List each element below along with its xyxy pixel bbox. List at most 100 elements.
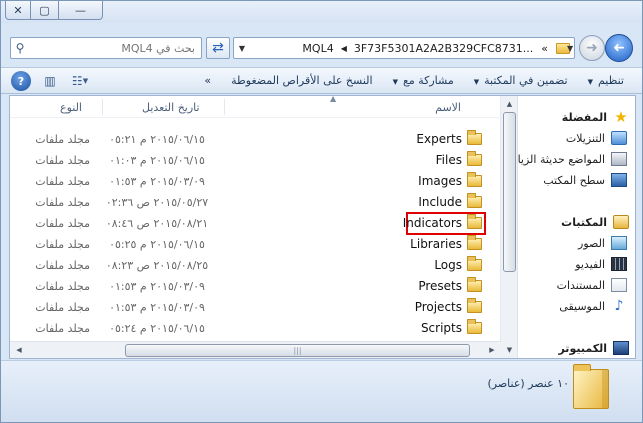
organize-menu[interactable]: تنظيم ▼ xyxy=(578,74,634,87)
nav-pictures-label: الصور xyxy=(578,236,605,250)
forward-button[interactable]: ➜ xyxy=(579,35,605,61)
horizontal-scroll-thumb[interactable]: ||| xyxy=(125,344,470,357)
nav-scrollbar[interactable]: ▲ ▼ xyxy=(501,96,518,358)
file-type: مجلد ملفات xyxy=(35,301,90,314)
file-name: Scripts xyxy=(420,321,462,335)
nav-recent-places-label: المواضع حديثة الزيا xyxy=(517,152,605,166)
column-date-header[interactable]: تاريخ التعديل xyxy=(142,101,200,114)
nav-desktop[interactable]: سطح المكتب xyxy=(543,171,627,189)
search-input[interactable] xyxy=(29,39,201,57)
pictures-icon xyxy=(611,236,627,250)
table-row-highlighted[interactable]: Indicators ٢٠١٥/٠٨/٢١ ص ٠٨:٤٦ مجلد ملفات xyxy=(10,212,501,235)
table-row[interactable]: Include ٢٠١٥/٠٥/٢٧ ص ٠٢:٣٦ مجلد ملفات xyxy=(10,192,501,212)
nav-downloads[interactable]: التنزيلات xyxy=(566,129,627,147)
documents-icon xyxy=(611,278,627,292)
nav-documents-label: المستندات xyxy=(556,278,605,292)
address-history-dropdown-icon[interactable]: ▼ xyxy=(234,44,250,53)
refresh-button[interactable]: ⇄ xyxy=(206,37,230,59)
breadcrumb-mql4[interactable]: MQL4 xyxy=(298,42,337,55)
table-row[interactable]: Files ٢٠١٥/٠٦/١٥ م ٠١:٠٣ مجلد ملفات xyxy=(10,150,501,170)
nav-recent-places[interactable]: المواضع حديثة الزيا xyxy=(518,150,627,168)
folder-icon xyxy=(467,151,482,166)
nav-libraries[interactable]: المكتبات xyxy=(561,213,629,231)
command-bar: تنظيم ▼ تضمين في المكتبة ▼ مشاركة مع ▼ النس… xyxy=(1,67,642,94)
nav-favorites[interactable]: ★ المفضلة xyxy=(562,108,629,126)
share-with-label: مشاركة مع xyxy=(402,74,454,87)
breadcrumb-terminal-id[interactable]: 3F73F5301A2A2B329CFC8731... xyxy=(350,42,537,55)
nav-documents[interactable]: المستندات xyxy=(557,276,627,294)
refresh-icon: ⇄ xyxy=(212,40,224,56)
more-commands-button[interactable]: » xyxy=(194,74,221,87)
nav-music-label: الموسيقى xyxy=(559,299,605,313)
breadcrumb-overflow[interactable]: « xyxy=(537,42,552,55)
file-date: ٢٠١٥/٠٣/٠٩ م ٠١:٥٣ xyxy=(109,301,205,314)
nav-computer[interactable]: الكمبيوتر xyxy=(558,339,629,357)
nav-videos[interactable]: الفيديو xyxy=(575,255,627,273)
table-row[interactable]: Images ٢٠١٥/٠٣/٠٩ م ٠١:٥٣ مجلد ملفات xyxy=(10,171,501,191)
maximize-button[interactable]: ▢ xyxy=(31,1,59,20)
column-divider[interactable] xyxy=(224,99,225,115)
content-area: ▲ ▼ ★ المفضلة التنزيلات المواضع حديثة الز… xyxy=(9,94,636,359)
desktop-icon xyxy=(611,173,627,187)
scroll-down-icon[interactable]: ▼ xyxy=(503,344,516,356)
sort-ascending-icon: ▲ xyxy=(330,94,337,103)
folder-icon xyxy=(467,319,482,334)
dropdown-arrow-icon: ▼ xyxy=(473,78,480,86)
file-type: مجلد ملفات xyxy=(35,238,90,251)
file-date: ٢٠١٥/٠٥/٢٧ ص ٠٢:٣٦ xyxy=(105,196,209,209)
search-box[interactable]: ⚲ xyxy=(10,37,202,59)
folder-icon xyxy=(467,193,482,208)
file-date: ٢٠١٥/٠٦/١٥ م ٠١:٠٣ xyxy=(109,154,205,167)
breadcrumb-separator-icon[interactable]: ◀ xyxy=(338,44,350,53)
folder-icon xyxy=(467,172,482,187)
nav-pictures[interactable]: الصور xyxy=(578,234,627,252)
table-row[interactable]: Libraries ٢٠١٥/٠٦/١٥ م ٠٥:٢٥ مجلد ملفات xyxy=(10,234,501,254)
table-row[interactable]: Experts ٢٠١٥/٠٦/١٥ م ٠٥:٢١ مجلد ملفات xyxy=(10,129,501,149)
nav-libraries-label: المكتبات xyxy=(561,215,607,229)
nav-scroll-thumb[interactable] xyxy=(503,112,516,272)
burn-button[interactable]: النسخ على الأقراص المضغوطة xyxy=(221,74,382,87)
horizontal-scrollbar[interactable]: ◀ ||| ▶ xyxy=(10,341,501,358)
libraries-icon xyxy=(613,215,629,229)
nav-downloads-label: التنزيلات xyxy=(565,131,605,145)
table-row[interactable]: Logs ٢٠١٥/٠٨/٢٥ ص ٠٨:٢٣ مجلد ملفات xyxy=(10,255,501,275)
scroll-right-icon[interactable]: ▶ xyxy=(486,344,498,356)
share-with-menu[interactable]: مشاركة مع ▼ xyxy=(383,74,464,87)
file-type: مجلد ملفات xyxy=(35,280,90,293)
address-bar[interactable]: ▼ MQL4 ◀ 3F73F5301A2A2B329CFC8731... « xyxy=(233,37,575,59)
minimize-button[interactable]: — xyxy=(59,1,103,20)
column-headers: الاسم ▲ تاريخ التعديل النوع xyxy=(10,94,501,118)
close-button[interactable]: ✕ xyxy=(5,1,31,20)
preview-pane-icon[interactable]: ▥ xyxy=(39,71,61,91)
file-name: Indicators xyxy=(402,216,462,230)
downloads-icon xyxy=(611,131,627,145)
file-date: ٢٠١٥/٠٣/٠٩ م ٠١:٥٣ xyxy=(109,175,205,188)
help-icon[interactable]: ? xyxy=(11,71,31,91)
file-name: Libraries xyxy=(410,237,462,251)
file-type: مجلد ملفات xyxy=(35,196,90,209)
nav-desktop-label: سطح المكتب xyxy=(543,173,605,187)
table-row[interactable]: Scripts ٢٠١٥/٠٦/١٥ م ٠٥:٢٤ مجلد ملفات xyxy=(10,318,501,338)
column-divider[interactable] xyxy=(102,99,103,115)
change-view-icon[interactable]: ☷ ▼ xyxy=(69,71,91,91)
column-type-header[interactable]: النوع xyxy=(60,101,82,114)
scroll-left-icon[interactable]: ◀ xyxy=(13,344,25,356)
arrow-right-icon: ➜ xyxy=(586,40,598,56)
file-date: ٢٠١٥/٠٣/٠٩ م ٠١:٥٣ xyxy=(109,280,205,293)
recent-pages-dropdown-icon[interactable]: ▼ xyxy=(567,44,573,53)
nav-music[interactable]: ♪ الموسيقى xyxy=(559,297,627,315)
scroll-up-icon[interactable]: ▲ xyxy=(503,98,516,110)
nav-computer-label: الكمبيوتر xyxy=(558,341,607,355)
title-bar: ✕ ▢ — xyxy=(1,1,642,23)
file-name: Experts xyxy=(416,132,462,146)
file-type: مجلد ملفات xyxy=(35,133,90,146)
include-in-library-menu[interactable]: تضمين في المكتبة ▼ xyxy=(464,74,578,87)
folder-icon xyxy=(467,130,482,145)
table-row[interactable]: Projects ٢٠١٥/٠٣/٠٩ م ٠١:٥٣ مجلد ملفات xyxy=(10,297,501,317)
file-type: مجلد ملفات xyxy=(35,217,90,230)
back-button[interactable]: ➜ xyxy=(605,34,633,62)
navigation-buttons: ▼ ➜ ➜ xyxy=(567,33,637,63)
table-row[interactable]: Presets ٢٠١٥/٠٣/٠٩ م ٠١:٥٣ مجلد ملفات xyxy=(10,276,501,296)
column-name-header[interactable]: الاسم xyxy=(435,101,461,114)
details-pane: ١٠ عنصر (عناصر) xyxy=(1,360,642,422)
